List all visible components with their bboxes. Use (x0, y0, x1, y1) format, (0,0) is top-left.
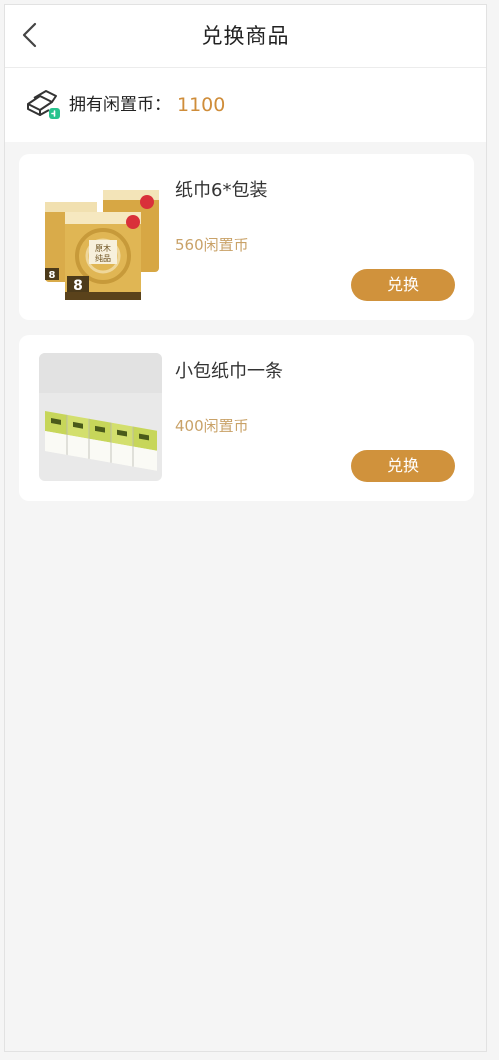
page-title: 兑换商品 (201, 24, 290, 48)
app-screen: 兑换商品 拥有闲置币： 1100 原木 纯品 8 8 纸巾6*包装 560闲置币… (4, 4, 487, 1052)
pocket-tissue-strip-product-image (39, 353, 162, 481)
coin-balance-bar: 拥有闲置币： 1100 (5, 68, 486, 142)
product-price: 560闲置币 (175, 236, 249, 254)
product-name: 小包纸巾一条 (175, 361, 283, 382)
svg-text:8: 8 (49, 270, 56, 281)
product-card[interactable]: 小包纸巾一条 400闲置币 兑换 (19, 335, 474, 501)
svg-text:纯品: 纯品 (95, 253, 111, 263)
product-price: 400闲置币 (175, 417, 249, 435)
svg-text:原木: 原木 (95, 243, 111, 253)
svg-text:8: 8 (73, 278, 83, 294)
coin-balance-label: 拥有闲置币： (69, 95, 171, 115)
redeem-button[interactable]: 兑换 (351, 269, 455, 301)
coin-stack-icon (27, 90, 60, 119)
redeem-button[interactable]: 兑换 (351, 450, 455, 482)
coin-balance-value: 1100 (177, 94, 226, 116)
product-card[interactable]: 原木 纯品 8 8 纸巾6*包装 560闲置币 兑换 (19, 154, 474, 320)
product-name: 纸巾6*包装 (175, 180, 268, 201)
tissue-pack-product-image: 原木 纯品 8 8 (39, 172, 162, 300)
nav-bar: 兑换商品 (5, 5, 486, 68)
